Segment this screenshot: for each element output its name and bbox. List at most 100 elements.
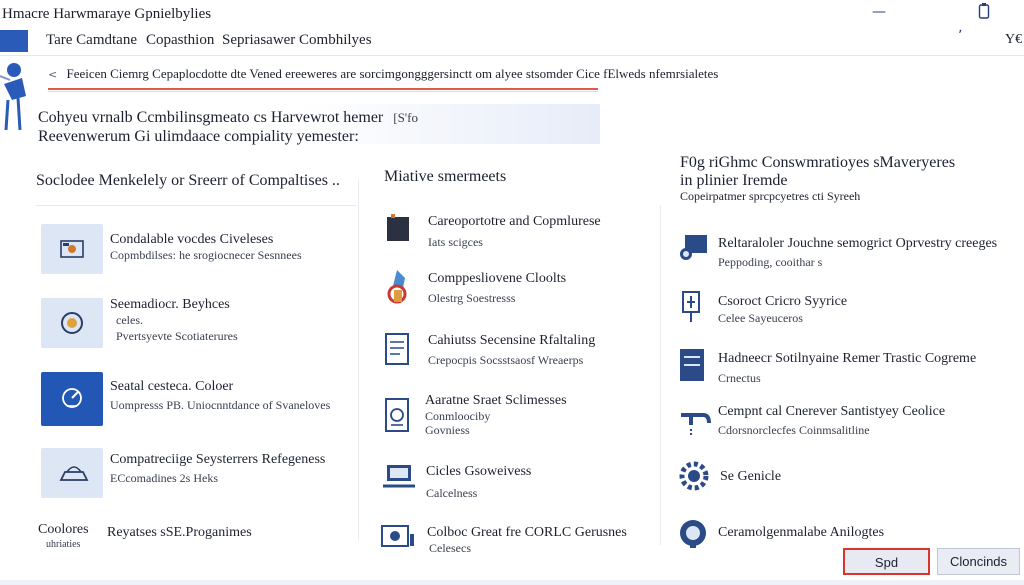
gpu-icon[interactable] — [677, 232, 713, 262]
item-subtitle: Olestrg Soestresss — [428, 291, 516, 305]
column-title: F0g riGhmc Conswmratioyes sMaveryeres — [680, 154, 956, 171]
tab-third[interactable]: Sepriasawer Combhilyes — [222, 32, 372, 49]
item-title: Careoportotre and Copmlurese — [428, 214, 601, 229]
pin-icon[interactable]: ʼ — [958, 28, 962, 44]
footer-note: Coolores uhriaties — [38, 522, 89, 552]
page-title: Cohyeu vrnalb Ccmbilinsgmeato cs Harvewr… — [38, 109, 418, 127]
illustration-figure — [0, 63, 26, 131]
item-subtitle: Copmbdilses: he srogiocnecer Sesnnees — [110, 248, 302, 262]
tab-accent — [0, 30, 28, 52]
footer-subtitle: uhriaties — [46, 539, 81, 550]
laptop-icon[interactable] — [381, 462, 417, 492]
list-item[interactable]: Condalable vocdes Civeleses Copmbdilses:… — [110, 232, 302, 262]
dashboard-icon[interactable] — [378, 522, 418, 552]
lab-icon[interactable] — [677, 288, 707, 324]
item-title: Comppesliovene Cloolts — [428, 271, 567, 286]
tab-second[interactable]: Copasthion — [146, 32, 214, 49]
page-title-text: Cohyeu vrnalb Ccmbilinsgmeato cs Harvewr… — [38, 109, 384, 126]
list-item[interactable]: Reyatses sSE.Proganimes — [107, 525, 252, 541]
item-subtitle: Celee Sayeuceros — [718, 311, 803, 325]
item-title: Reyatses sSE.Proganimes — [107, 525, 252, 540]
tab-first[interactable]: Tare Camdtane — [46, 32, 137, 49]
speaker-icon[interactable] — [41, 298, 103, 348]
list-item[interactable]: Cempnt cal Cnerever Santistyey Ceolice C… — [718, 404, 945, 437]
list-item[interactable]: Hadneecr Sotilnyaine Remer Trastic Cogre… — [718, 351, 976, 385]
item-subtitle: Iats scigces — [428, 235, 483, 249]
item-extra: Govniess — [425, 423, 470, 437]
chevron-left-icon[interactable]: < — [48, 68, 57, 81]
item-title: Reltaraloler Jouchne semogrict Oprvestry… — [718, 236, 998, 251]
item-title: Cicles Gsoweivess — [426, 464, 532, 479]
list-item[interactable]: Aaratne Sraet Sclimesses Conmloociby Gov… — [425, 393, 567, 437]
status-strip — [0, 580, 1024, 585]
list-item[interactable]: Se Genicle — [720, 469, 781, 485]
window-title: Hmacre Harwmaraye Gpnielbylies — [2, 6, 212, 22]
list-item[interactable]: Ceramolgenmalabe Anilogtes — [718, 525, 884, 541]
server-icon[interactable] — [678, 347, 708, 383]
breadcrumb[interactable]: < Feeicen Ciemrg Cepaplocdotte dte Vened… — [48, 66, 718, 82]
scanner-icon[interactable] — [41, 448, 103, 498]
item-subtitle: celes. — [116, 313, 143, 327]
list-item[interactable]: Cicles Gsoweivess Calcelness — [426, 464, 531, 500]
list-item[interactable]: Colboc Great fre CORLC Gerusnes Celesecs — [427, 525, 627, 555]
webcam-icon[interactable] — [41, 224, 103, 274]
list-item[interactable]: Seatal cesteca. Coloer Uompresss PB. Uni… — [110, 379, 330, 412]
item-subtitle: Crepocpis Socsstsaosf Wreaerps — [428, 353, 584, 367]
secondary-button[interactable]: Cloncinds — [937, 548, 1020, 575]
footer-title: Coolores — [38, 522, 89, 537]
list-item[interactable]: Seemadiocr. Beyhces celes. Pvertsyevte S… — [110, 297, 238, 343]
tabbar-right-label[interactable]: Y€ — [1005, 32, 1022, 48]
column-divider — [358, 180, 359, 540]
app-window: Hmacre Harwmaraye Gpnielbylies — Tare Ca… — [0, 0, 1024, 585]
item-title: Compatreciige Seysterrers Refegeness — [110, 452, 326, 467]
tower-icon[interactable] — [383, 213, 413, 243]
list-item[interactable]: Cahiutss Secensine Rfaltaling Crepocpis … — [428, 333, 595, 367]
device-icon[interactable] — [978, 3, 990, 23]
hand-icon[interactable] — [383, 268, 413, 306]
column-title-divider — [36, 205, 356, 206]
item-subtitle: ECcomadines 2s Heks — [110, 471, 218, 485]
item-subtitle: Calcelness — [426, 486, 478, 500]
robot-icon[interactable] — [676, 516, 710, 550]
column-divider — [660, 205, 661, 545]
column-title-line2: in plinier Iremde — [680, 172, 788, 189]
list-item[interactable]: Comppesliovene Cloolts Olestrg Soestress… — [428, 271, 566, 305]
item-subtitle: Celesecs — [429, 541, 471, 555]
item-title: Colboc Great fre CORLC Gerusnes — [427, 525, 627, 540]
item-subtitle: Peppoding, cooithar s — [718, 255, 823, 269]
item-title: Cempnt cal Cnerever Santistyey Ceolice — [718, 404, 946, 419]
item-extra: Pvertsyevte Scotiaterures — [116, 329, 238, 343]
title-bar: Hmacre Harwmaraye Gpnielbylies — — [0, 0, 1024, 26]
list-item[interactable]: Reltaraloler Jouchne semogrict Oprvestry… — [718, 236, 997, 269]
banner-underline — [48, 88, 598, 90]
item-title: Aaratne Sraet Sclimesses — [425, 393, 567, 408]
item-title: Condalable vocdes Civeleses — [110, 232, 274, 247]
document-icon[interactable] — [383, 331, 413, 367]
column-title: Miative smermeets — [384, 168, 507, 185]
item-title: Cahiutss Secensine Rfaltaling — [428, 333, 596, 348]
cog-icon[interactable] — [676, 458, 712, 494]
device-panel-icon[interactable] — [383, 397, 413, 433]
item-subtitle: Conmloociby — [425, 409, 491, 423]
list-item[interactable]: Careoportotre and Copmlurese Iats scigce… — [428, 214, 601, 249]
primary-button[interactable]: Spd — [843, 548, 930, 575]
banner-divider — [48, 91, 598, 92]
breadcrumb-text: Feeicen Ciemrg Cepaplocdotte dte Vened e… — [66, 66, 719, 81]
faucet-icon[interactable] — [677, 405, 713, 441]
item-title: Seemadiocr. Beyhces — [110, 297, 230, 312]
gauge-icon[interactable] — [41, 372, 103, 426]
list-item[interactable]: Compatreciige Seysterrers Refegeness ECc… — [110, 452, 325, 485]
list-item[interactable]: Csoroct Cricro Syyrice Celee Sayeuceros — [718, 294, 847, 325]
column-subtitle: Copeirpatmer sprcpcyetres cti Syreeh — [680, 189, 861, 203]
minimize-icon[interactable]: — — [872, 4, 886, 20]
item-title: Hadneecr Sotilnyaine Remer Trastic Cogre… — [718, 351, 977, 366]
item-subtitle: Crnectus — [718, 371, 761, 385]
column-title: Soclodee Menkelely or Sreerr of Compalti… — [36, 172, 340, 189]
item-subtitle: Cdorsnorclecfes Coinmsalitline — [718, 423, 870, 437]
tab-bar: Tare Camdtane Copasthion Sepriasawer Com… — [0, 26, 1024, 56]
page-title-badge: [S'fo — [393, 110, 418, 125]
item-subtitle: Uompresss PB. Uniocnntdance of Svanelove… — [110, 398, 331, 412]
page-subtitle: Reevenwerum Gi ulimdaace compiality yeme… — [38, 128, 359, 145]
item-title: Seatal cesteca. Coloer — [110, 379, 234, 394]
item-title: Csoroct Cricro Syyrice — [718, 294, 848, 309]
